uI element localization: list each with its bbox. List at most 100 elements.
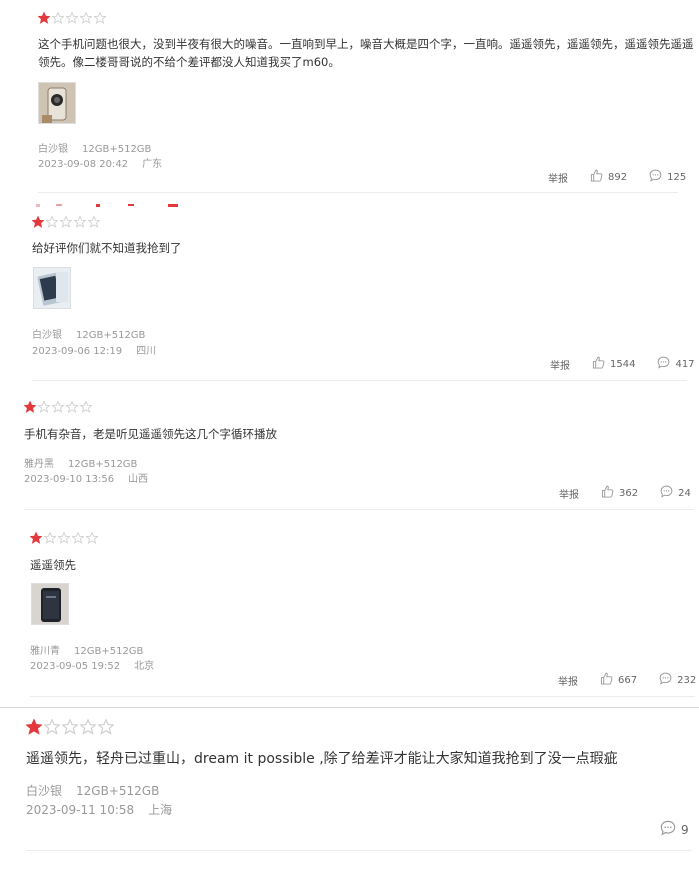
review-text-line1: 手机有杂音，老是听见遥遥领先这几个字循环播放	[24, 427, 277, 441]
variant-spec: 12GB+512GB	[82, 144, 152, 155]
divider	[24, 509, 694, 510]
comment-button[interactable]: 232	[659, 672, 696, 688]
thumbs-up-icon	[590, 169, 608, 185]
star-filled-icon	[30, 532, 42, 544]
like-button[interactable]: 1544	[592, 356, 635, 372]
phone-photo-icon	[32, 584, 68, 624]
review-actions: 举报 667 232	[558, 672, 696, 688]
divider	[26, 850, 691, 851]
phone-photo-icon	[39, 83, 75, 123]
star-filled-icon	[26, 719, 42, 735]
phone-photo-icon	[34, 268, 70, 308]
comment-icon	[649, 169, 667, 185]
review-date-location: 2023-09-11 10:58 上海	[26, 801, 186, 818]
comment-icon	[660, 485, 678, 501]
like-count: 362	[619, 487, 639, 499]
divider	[38, 192, 678, 193]
star-empty-icon	[66, 401, 78, 413]
star-empty-icon	[62, 719, 78, 735]
review-text-line1: 这个手机问题也很大，没到半夜有很大的噪音。一直响到早上，噪音大概是四个字，一直响…	[38, 37, 694, 51]
like-button[interactable]: 667	[600, 672, 637, 688]
review-actions: 9	[660, 820, 689, 839]
review-location: 山西	[128, 474, 149, 485]
review-date: 2023-09-05 19:52	[30, 661, 121, 672]
report-button[interactable]: 举报	[559, 486, 579, 501]
review-actions: 举报 892 125	[548, 169, 686, 185]
comment-button[interactable]: 417	[657, 356, 695, 372]
review-photo-thumbnail[interactable]	[38, 82, 76, 124]
variant-spec: 12GB+512GB	[74, 646, 144, 657]
review-actions: 举报 362 24	[559, 485, 691, 501]
star-empty-icon	[58, 532, 70, 544]
variant-spec: 12GB+512GB	[76, 330, 146, 341]
report-button[interactable]: 举报	[550, 357, 570, 372]
comment-button[interactable]: 125	[649, 169, 686, 185]
variant-color: 白沙银	[32, 330, 62, 341]
comment-icon	[659, 672, 677, 688]
rating-stars	[24, 401, 92, 413]
cropped-star-fragment	[36, 204, 178, 207]
variant-color: 雅丹黑	[24, 459, 54, 470]
comment-button[interactable]: 24	[660, 485, 691, 501]
star-empty-icon	[80, 12, 92, 24]
divider	[30, 696, 695, 697]
comment-count: 232	[677, 674, 697, 686]
product-variant: 白沙银 12GB+512GB	[38, 140, 165, 155]
section-divider	[0, 707, 699, 708]
review-location: 广东	[142, 159, 163, 170]
thumbs-up-icon	[600, 672, 618, 688]
variant-spec: 12GB+512GB	[76, 784, 160, 798]
like-count: 892	[608, 171, 628, 183]
star-empty-icon	[52, 401, 64, 413]
product-variant: 雅川青 12GB+512GB	[30, 642, 157, 657]
like-count: 1544	[610, 358, 636, 370]
product-variant: 雅丹黑 12GB+512GB	[24, 455, 151, 470]
review-date: 2023-09-10 13:56	[24, 474, 115, 485]
star-empty-icon	[94, 12, 106, 24]
review-photo-thumbnail[interactable]	[33, 267, 71, 309]
star-empty-icon	[80, 401, 92, 413]
star-empty-icon	[38, 401, 50, 413]
review-date: 2023-09-11 10:58	[26, 803, 135, 817]
review-text-line1: 遥遥领先	[30, 558, 76, 572]
star-empty-icon	[98, 719, 114, 735]
rating-stars	[32, 216, 100, 228]
variant-spec: 12GB+512GB	[68, 459, 138, 470]
star-empty-icon	[44, 719, 60, 735]
review-location: 上海	[148, 803, 173, 817]
report-button[interactable]: 举报	[558, 673, 578, 688]
product-variant: 白沙银 12GB+512GB	[32, 326, 159, 341]
variant-color: 白沙银	[38, 144, 68, 155]
review-text-line1: 给好评你们就不知道我抢到了	[32, 241, 182, 255]
star-empty-icon	[86, 532, 98, 544]
like-button[interactable]: 892	[590, 169, 627, 185]
comment-count: 9	[681, 822, 689, 837]
rating-stars	[30, 532, 98, 544]
review-actions: 举报 1544 417	[550, 356, 695, 372]
star-filled-icon	[32, 216, 44, 228]
star-empty-icon	[60, 216, 72, 228]
like-button[interactable]: 362	[601, 485, 638, 501]
review-photo-thumbnail[interactable]	[31, 583, 69, 625]
like-count: 667	[618, 674, 638, 686]
report-label: 举报	[558, 676, 578, 688]
rating-stars	[38, 12, 106, 24]
review-date-location: 2023-09-08 20:42 广东	[38, 155, 176, 170]
comment-count: 125	[667, 171, 687, 183]
comment-count: 24	[678, 487, 691, 499]
review-location: 四川	[136, 346, 157, 357]
comment-button[interactable]: 9	[660, 820, 689, 839]
report-button[interactable]: 举报	[548, 170, 568, 185]
variant-color: 白沙银	[26, 784, 63, 798]
review-date-location: 2023-09-10 13:56 山西	[24, 470, 162, 485]
review-location: 北京	[134, 661, 155, 672]
rating-stars-large	[26, 719, 114, 735]
review-date: 2023-09-08 20:42	[38, 159, 129, 170]
review-date: 2023-09-06 12:19	[32, 346, 123, 357]
divider	[32, 380, 687, 381]
variant-color: 雅川青	[30, 646, 60, 657]
review-text-line1: 遥遥领先，轻舟已过重山，dream it possible ,除了给差评才能让大…	[26, 751, 618, 767]
star-empty-icon	[44, 532, 56, 544]
report-label: 举报	[550, 360, 570, 372]
review-date-location: 2023-09-05 19:52 北京	[30, 657, 168, 672]
